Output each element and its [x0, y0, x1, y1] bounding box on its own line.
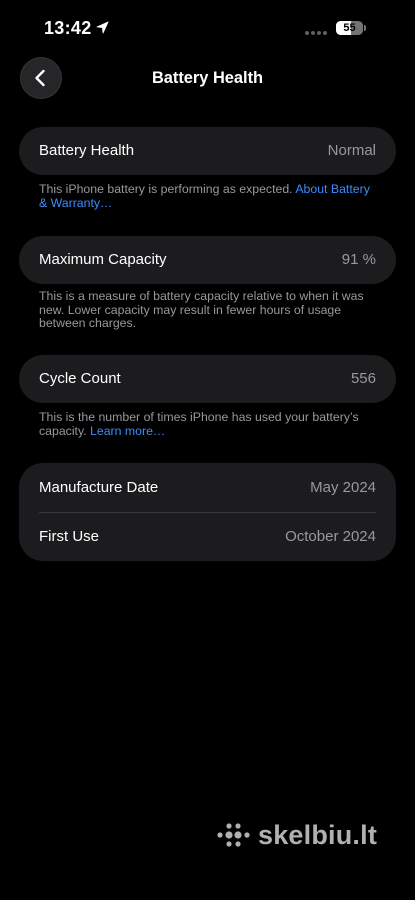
chevron-left-icon — [35, 69, 45, 87]
location-arrow-icon — [96, 21, 109, 34]
signal-dots-icon — [305, 31, 327, 35]
manufacture-date-label: Manufacture Date — [39, 478, 159, 496]
cycle-count-row: Cycle Count 556 — [19, 355, 396, 403]
manufacture-date-row: Manufacture Date May 2024 — [19, 463, 396, 512]
cycle-count-card: Cycle Count 556 — [19, 355, 396, 403]
status-time: 13:42 — [44, 18, 92, 38]
maximum-capacity-footer-text: This is a measure of battery capacity re… — [39, 289, 364, 331]
battery-health-label: Battery Health — [39, 142, 135, 159]
skelbiu-dots-logo-icon — [217, 823, 250, 847]
maximum-capacity-label: Maximum Capacity — [39, 251, 167, 268]
cycle-count-value: 556 — [350, 370, 376, 387]
manufacture-date-value: May 2024 — [310, 478, 376, 496]
battery-percent: 55 — [343, 22, 356, 34]
maximum-capacity-row: Maximum Capacity 91 % — [19, 236, 396, 284]
page-title: Battery Health — [151, 69, 264, 87]
cycle-count-footer: This is the number of times iPhone has u… — [39, 410, 376, 438]
watermark-text: skelbiu.lt — [258, 820, 378, 850]
maximum-capacity-footer: This is a measure of battery capacity re… — [39, 289, 376, 331]
battery-health-card: Battery Health Normal — [19, 127, 396, 175]
battery-health-footer: This iPhone battery is performing as exp… — [39, 182, 376, 210]
first-use-value: October 2024 — [285, 527, 376, 545]
first-use-row: First Use October 2024 — [19, 512, 396, 561]
learn-more-link[interactable]: Learn more… — [90, 424, 165, 438]
battery-tip — [364, 25, 366, 31]
cycle-count-footer-text: This is the number of times iPhone has u… — [39, 410, 359, 438]
battery-icon: 55 — [336, 21, 363, 35]
maximum-capacity-card: Maximum Capacity 91 % — [19, 236, 396, 284]
signal-dot — [311, 31, 315, 35]
signal-dot — [323, 31, 327, 35]
maximum-capacity-value: 91 % — [341, 251, 376, 268]
first-use-label: First Use — [39, 527, 99, 545]
dates-card: Manufacture Date May 2024 First Use Octo… — [19, 463, 396, 561]
battery-health-value: Normal — [327, 142, 376, 159]
signal-dot — [317, 31, 321, 35]
signal-dot — [305, 31, 309, 35]
battery-health-footer-text: This iPhone battery is performing as exp… — [39, 182, 296, 196]
battery-health-row: Battery Health Normal — [19, 127, 396, 175]
back-button[interactable] — [20, 57, 62, 99]
cycle-count-label: Cycle Count — [39, 370, 121, 387]
